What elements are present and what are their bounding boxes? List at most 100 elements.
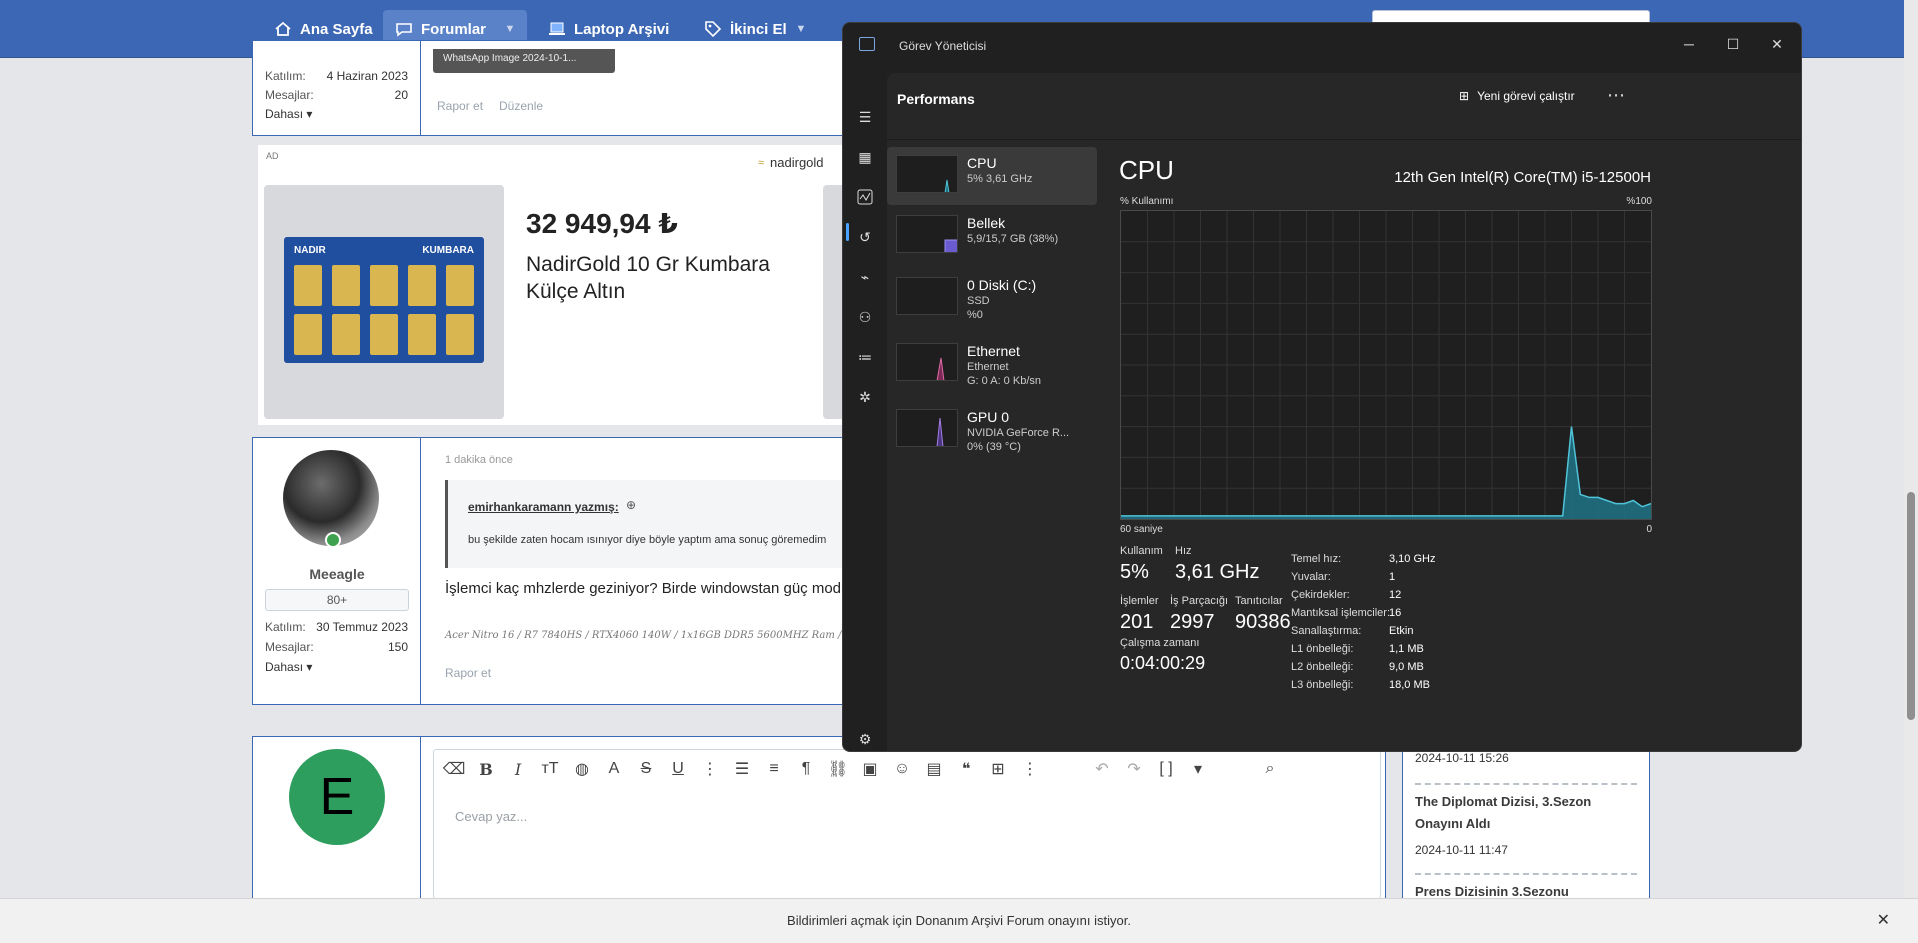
report-label: Rapor et — [445, 666, 492, 680]
more-vertical-icon[interactable]: ⋮ — [697, 759, 723, 779]
page-title: Performans — [897, 91, 975, 107]
ad-price: 32 949,94 ₺ — [526, 208, 678, 239]
scroll-thumb[interactable] — [1907, 492, 1915, 720]
preview-icon[interactable]: ⌕ — [1257, 760, 1283, 778]
performance-icon[interactable] — [855, 187, 875, 207]
page-scrollbar[interactable] — [1904, 0, 1918, 898]
avatar[interactable]: E — [289, 749, 385, 845]
username[interactable]: Meeagle — [253, 566, 421, 582]
card-name: KUMBARA — [422, 245, 474, 256]
close-icon[interactable]: ✕ — [1755, 29, 1799, 59]
quote-author[interactable]: emirhankaramann yazmış: — [468, 500, 619, 514]
quote-icon[interactable]: ❝ — [953, 759, 979, 779]
paragraph-icon[interactable]: ¶ — [793, 760, 819, 778]
image-icon[interactable]: ▣ — [857, 759, 883, 779]
x-axis-left-label: 60 saniye — [1120, 524, 1163, 535]
strikethrough-icon[interactable]: S — [633, 760, 659, 778]
smile-icon[interactable]: ☺ — [889, 760, 915, 778]
underline-icon[interactable]: U — [665, 760, 691, 778]
font-size-icon[interactable]: тT — [537, 760, 563, 778]
brand-logo-icon: ≈ — [758, 156, 765, 169]
redo-icon[interactable]: ↷ — [1121, 759, 1147, 779]
notification-prefix: Bildirimleri açmak için — [787, 913, 916, 928]
align-icon[interactable]: ≡ — [761, 760, 787, 778]
arrow-up-circle-icon[interactable]: ⊕ — [626, 498, 636, 512]
bold-icon[interactable]: B — [473, 760, 499, 779]
palette-icon[interactable]: ◍ — [569, 759, 595, 779]
messages-row: Mesajlar: 20 — [265, 88, 408, 102]
text-color-icon[interactable]: A — [601, 760, 627, 778]
perf-item-gpu[interactable]: GPU 0 NVIDIA GeForce R... 0% (39 °C) — [887, 401, 1097, 459]
advertisement[interactable]: AD ≈ nadirgold NADIR KUMBARA 32 949,94 ₺… — [258, 145, 853, 425]
perf-item-disk[interactable]: 0 Diski (C:) SSD %0 — [887, 269, 1097, 327]
table-icon[interactable]: ⊞ — [985, 759, 1011, 779]
attachment-thumbnail[interactable]: WhatsApp Image 2024-10-1... — [433, 49, 615, 73]
usage-label: Kullanım — [1120, 545, 1163, 557]
close-icon[interactable]: ✕ — [1877, 899, 1890, 943]
ad-title[interactable]: NadirGold 10 Gr Kumbara Külçe Altın — [526, 251, 816, 305]
perf-item-sub: 0% (39 °C) — [967, 441, 1021, 453]
processes-label: İşlemler — [1120, 595, 1159, 607]
cpu-mini-graph — [896, 155, 958, 193]
post-2-user-panel: Meeagle 80+ Katılım: 30 Temmuz 2023 Mesa… — [253, 438, 421, 704]
brackets-icon[interactable]: [ ] — [1153, 760, 1179, 778]
list-icon[interactable]: ☰ — [729, 759, 755, 779]
l3-cache-label: L3 önbelleği: — [1291, 679, 1354, 691]
settings-gear-icon[interactable]: ⚙ — [855, 729, 875, 749]
perf-item-ethernet[interactable]: Ethernet Ethernet G: 0 A: 0 Kb/sn — [887, 335, 1097, 393]
details-icon[interactable]: ≔ — [855, 347, 875, 367]
nav-second-hand-label: İkinci El — [730, 20, 787, 38]
users-icon[interactable]: ⚇ — [855, 307, 875, 327]
link-icon[interactable]: ⛓ — [825, 759, 851, 779]
cores-value: 12 — [1389, 589, 1402, 601]
undo-icon[interactable]: ↶ — [1089, 759, 1115, 779]
app-history-icon[interactable]: ↺ — [855, 227, 875, 247]
report-link[interactable]: Rapor et — [437, 99, 483, 113]
news-title[interactable]: The Diplomat Dizisi, 3.Sezon Onayını Ald… — [1415, 791, 1637, 835]
more-vertical-icon[interactable]: ⋮ — [1017, 759, 1043, 779]
more-toggle[interactable]: Dahası ▾ — [265, 660, 312, 674]
disk-mini-graph — [896, 277, 958, 315]
more-options-icon[interactable]: ⋯ — [1607, 85, 1625, 106]
notification-suffix: onayını istiyor. — [1044, 913, 1131, 928]
active-indicator — [846, 223, 849, 241]
post-1-user-panel: Katılım: 4 Haziran 2023 Mesajlar: 20 Dah… — [253, 41, 421, 135]
post-time[interactable]: 1 dakika önce — [445, 454, 513, 466]
handles-value: 90386 — [1235, 611, 1291, 633]
gold-bar — [332, 265, 360, 306]
messages-label: Mesajlar: — [265, 88, 314, 102]
product-image[interactable]: NADIR KUMBARA — [264, 185, 504, 419]
gold-bar — [446, 314, 474, 355]
save-draft-icon[interactable]: ▾ — [1185, 759, 1211, 779]
edit-link[interactable]: Düzenle — [499, 99, 543, 113]
perf-item-name: Ethernet — [967, 343, 1020, 359]
report-link[interactable]: Rapor et — [445, 666, 491, 680]
reply-box: E ⌫ B I тT ◍ A S U ⋮ ☰ ≡ ¶ ⛓ ▣ ☺ ▤ ❝ ⊞ ⋮… — [252, 736, 1386, 906]
perf-item-memory[interactable]: Bellek 5,9/15,7 GB (38%) — [887, 207, 1097, 265]
joined-row: Katılım: 4 Haziran 2023 — [265, 69, 408, 83]
nav-home-label: Ana Sayfa — [300, 20, 373, 38]
run-new-task-button[interactable]: ⊞ Yeni görevi çalıştır — [1459, 89, 1575, 103]
divider — [1415, 783, 1637, 785]
hamburger-menu-icon[interactable]: ☰ — [855, 107, 875, 127]
signature: Acer Nitro 16 / R7 7840HS / RTX4060 140W… — [445, 630, 858, 641]
perf-item-cpu[interactable]: CPU 5% 3,61 GHz — [887, 147, 1097, 205]
uptime-label: Çalışma zamanı — [1120, 637, 1200, 649]
media-icon[interactable]: ▤ — [921, 759, 947, 779]
processes-icon[interactable]: ▦ — [855, 147, 875, 167]
more-toggle[interactable]: Dahası ▾ — [265, 107, 312, 121]
eraser-icon[interactable]: ⌫ — [441, 759, 467, 779]
startup-apps-icon[interactable]: ⌁ — [855, 267, 875, 287]
caret-down-icon: ▾ — [306, 107, 313, 121]
joined-value: 4 Haziran 2023 — [326, 69, 408, 83]
divider — [887, 139, 1801, 140]
italic-icon[interactable]: I — [505, 760, 531, 779]
minimize-icon[interactable]: ─ — [1667, 29, 1711, 59]
perf-item-name: Bellek — [967, 215, 1006, 231]
post-2: Meeagle 80+ Katılım: 30 Temmuz 2023 Mesa… — [252, 437, 865, 705]
maximize-icon[interactable]: ☐ — [1711, 29, 1755, 59]
laptop-icon — [548, 20, 566, 38]
perf-item-name: CPU — [967, 155, 997, 171]
services-icon[interactable]: ✲ — [855, 387, 875, 407]
perf-item-sub: 5% 3,61 GHz — [967, 173, 1033, 185]
